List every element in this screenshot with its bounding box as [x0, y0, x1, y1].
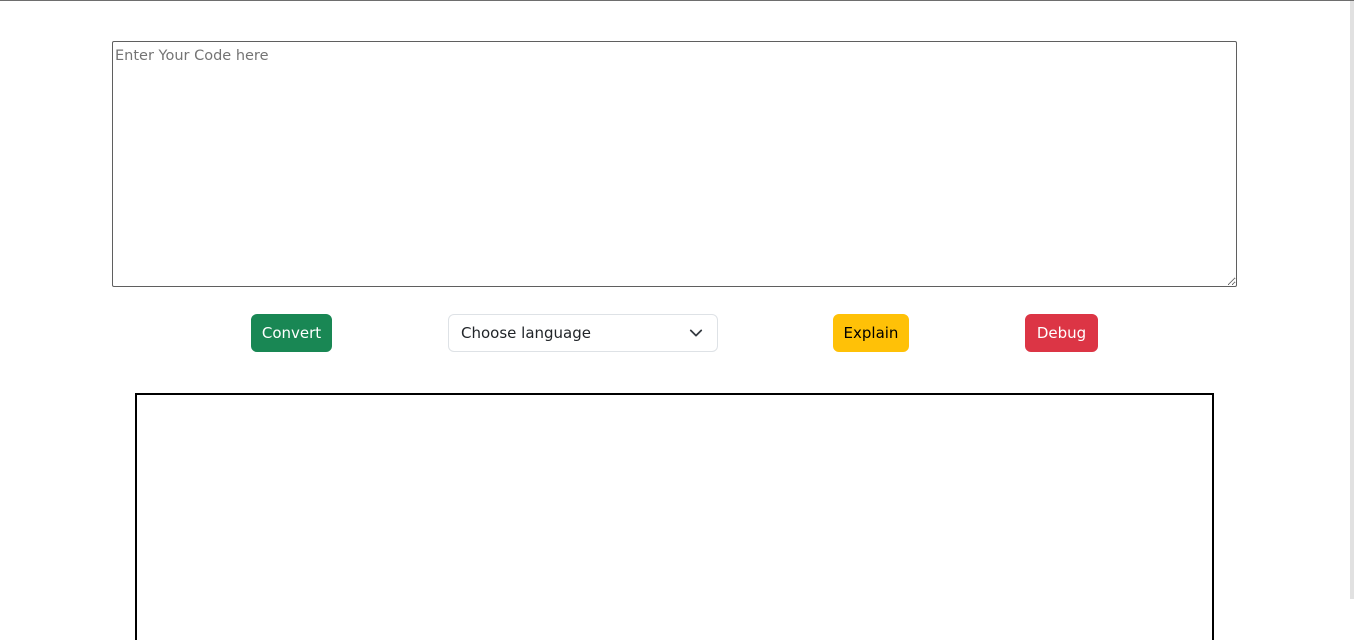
explain-button[interactable]: Explain [833, 314, 909, 352]
scrollbar-thumb[interactable] [1350, 1, 1354, 599]
convert-button[interactable]: Convert [251, 314, 332, 352]
code-input[interactable] [112, 41, 1237, 287]
top-divider [0, 0, 1354, 1]
language-select-value: Choose language [461, 324, 591, 342]
debug-button[interactable]: Debug [1025, 314, 1098, 352]
chevron-down-icon [689, 329, 703, 337]
output-panel [135, 393, 1214, 640]
language-select[interactable]: Choose language [448, 314, 718, 352]
page: Convert Choose language Explain Debug [0, 0, 1354, 640]
